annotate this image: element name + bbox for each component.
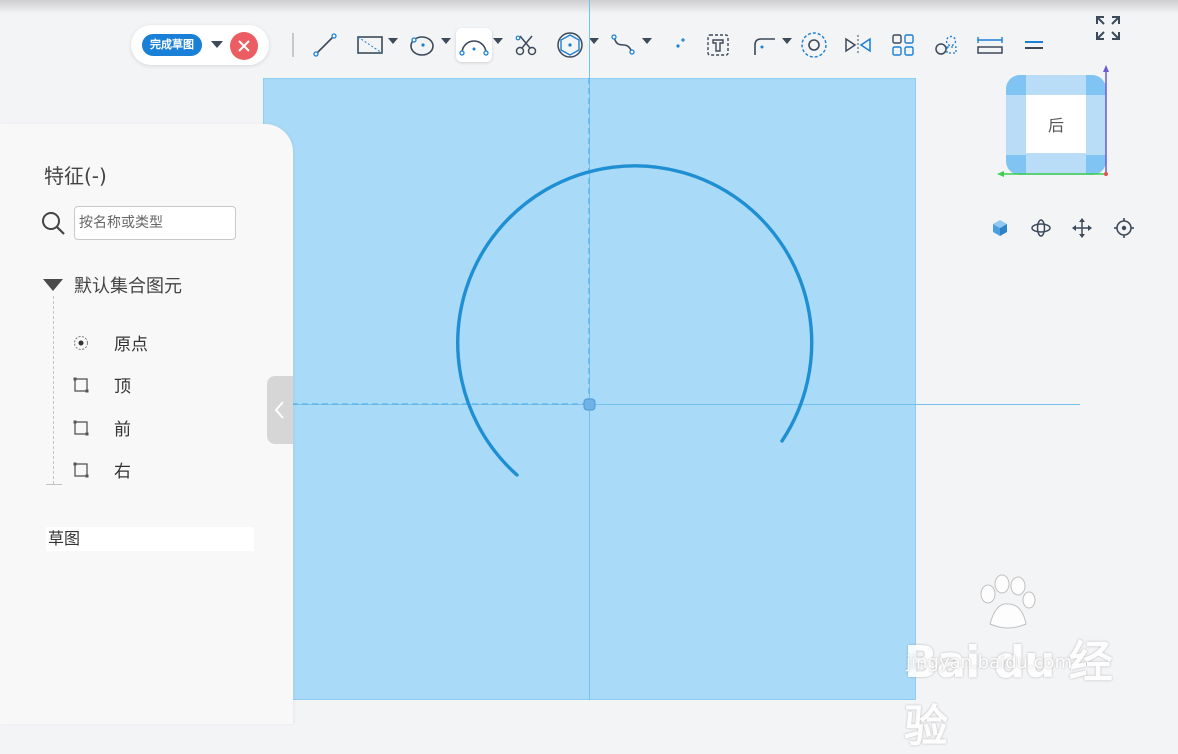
- feature-item-front-plane[interactable]: 前: [73, 415, 131, 440]
- collapse-panel-button[interactable]: [267, 376, 293, 444]
- watermark-url: jingyan.baidu.com: [906, 652, 1073, 673]
- feature-item-top-plane[interactable]: 顶: [73, 372, 131, 397]
- features-title: 特征(-): [44, 164, 107, 188]
- features-panel: 特征(-) 默认集合图元 原点 顶 前 右 草图: [0, 124, 293, 724]
- pan-button[interactable]: [1071, 217, 1093, 239]
- move-arrows-icon: [1072, 218, 1092, 238]
- feature-item-label: 前: [114, 420, 131, 440]
- tree-guide-line: [53, 296, 54, 484]
- feature-item-right-plane[interactable]: 右: [73, 457, 131, 482]
- origin-point-icon: [73, 335, 89, 351]
- feature-item-label: 原点: [114, 335, 148, 355]
- cube-icon: [993, 220, 1007, 236]
- expand-icon: [1096, 16, 1120, 40]
- paw-logo-icon: [980, 574, 1036, 629]
- tree-guide-end: [46, 484, 62, 485]
- fullscreen-button[interactable]: [1094, 14, 1122, 42]
- default-geometry-group-header[interactable]: 默认集合图元: [43, 272, 182, 298]
- view-axes: [997, 65, 1109, 177]
- origin-point-marker: [583, 398, 596, 411]
- group-label: 默认集合图元: [74, 276, 182, 297]
- view-cube-toggle[interactable]: [989, 217, 1011, 239]
- watermark-brand: Bai du 经验: [904, 637, 1113, 752]
- orbit-icon: [1031, 219, 1051, 237]
- feature-item-label: 右: [114, 462, 131, 482]
- zoom-fit-button[interactable]: [1113, 217, 1135, 239]
- collapse-triangle-icon: [43, 279, 63, 291]
- plane-icon: [73, 377, 89, 393]
- plane-icon: [73, 462, 89, 478]
- orbit-button[interactable]: [1030, 217, 1052, 239]
- search-icon: [42, 212, 65, 235]
- baidu-watermark: Bai du 经验 jingyan.baidu.com: [900, 572, 1120, 752]
- sketch-arc: [456, 164, 814, 477]
- plane-icon: [73, 420, 89, 436]
- search-input[interactable]: [74, 206, 236, 240]
- feature-item-label: 顶: [114, 377, 131, 397]
- feature-item-sketch[interactable]: 草图: [46, 527, 254, 551]
- feature-item-origin[interactable]: 原点: [73, 330, 148, 355]
- target-icon: [1114, 218, 1134, 238]
- chevron-left-icon: [274, 401, 284, 419]
